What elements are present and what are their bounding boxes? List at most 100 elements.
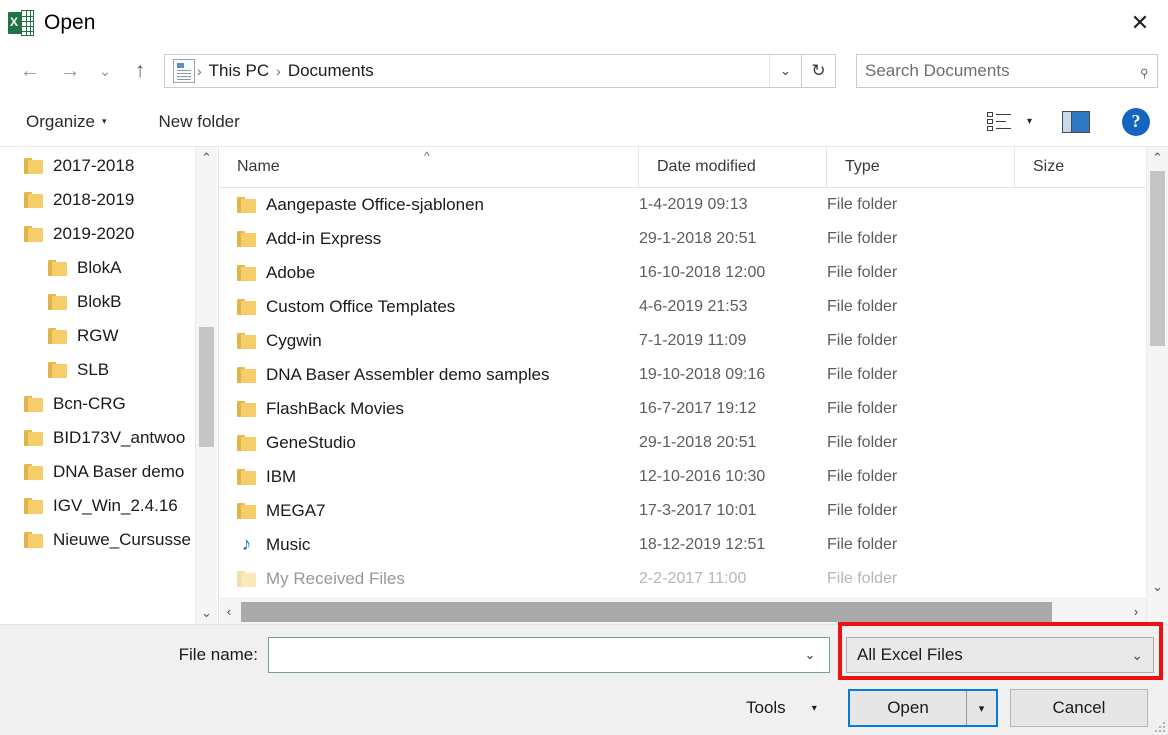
table-row[interactable]: Adobe16-10-2018 12:00File folder: [219, 256, 1168, 290]
table-row[interactable]: Cygwin7-1-2019 11:09File folder: [219, 324, 1168, 358]
open-dropdown-icon[interactable]: ▾: [966, 691, 996, 725]
sidebar-scroll-thumb[interactable]: [199, 327, 214, 447]
folder-icon: [237, 435, 256, 451]
file-name-cell: GeneStudio: [219, 433, 639, 453]
file-list-pane: Name ^ Date modified Type Size Aangepast…: [218, 147, 1168, 624]
sidebar-item[interactable]: IGV_Win_2.4.16: [0, 489, 217, 523]
chevron-down-icon: ▾: [812, 703, 817, 714]
sidebar-item-label: SLB: [77, 360, 109, 380]
folder-icon: [24, 464, 43, 480]
dialog-body: 2017-20182018-20192019-2020BlokABlokBRGW…: [0, 147, 1168, 625]
back-button[interactable]: ←: [10, 52, 50, 90]
file-list-rows: Aangepaste Office-sjablonen1-4-2019 09:1…: [219, 188, 1168, 624]
hscroll-right-icon[interactable]: ›: [1126, 599, 1146, 625]
breadcrumb-documents[interactable]: Documents: [283, 61, 379, 81]
file-name-cell: Add-in Express: [219, 229, 639, 249]
file-type-cell: File folder: [827, 230, 1015, 248]
new-folder-button[interactable]: New folder: [151, 108, 248, 136]
preview-pane-icon[interactable]: [1062, 111, 1090, 133]
table-row[interactable]: IBM12-10-2016 10:30File folder: [219, 460, 1168, 494]
view-options-icon[interactable]: [987, 111, 1013, 133]
file-list-hscrollbar[interactable]: ‹ ›: [219, 598, 1146, 624]
file-date-cell: 19-10-2018 09:16: [639, 366, 827, 384]
breadcrumb-this-pc[interactable]: This PC: [204, 61, 274, 81]
forward-button[interactable]: →: [50, 52, 90, 90]
file-scroll-up-icon[interactable]: ⌃: [1147, 147, 1168, 169]
recent-locations-button[interactable]: ⌄: [90, 52, 120, 90]
table-row[interactable]: Add-in Express29-1-2018 20:51File folder: [219, 222, 1168, 256]
sidebar-item[interactable]: 2018-2019: [0, 183, 217, 217]
view-dropdown-icon[interactable]: ▾: [1027, 116, 1032, 127]
file-scroll-down-icon[interactable]: ⌄: [1147, 576, 1168, 598]
file-type-dropdown[interactable]: All Excel Files ⌄: [846, 637, 1154, 673]
file-name-text: Add-in Express: [266, 229, 381, 249]
file-list-scrollbar[interactable]: ⌃ ⌄: [1146, 147, 1168, 624]
folder-icon: [237, 469, 256, 485]
cancel-button[interactable]: Cancel: [1010, 689, 1148, 727]
file-name-cell: Cygwin: [219, 331, 639, 351]
sidebar-scrollbar[interactable]: ⌃ ⌄: [195, 147, 217, 624]
folder-icon: [48, 362, 67, 378]
tools-label: Tools: [746, 698, 786, 718]
sidebar-item-label: BID173V_antwoo: [53, 428, 185, 448]
folder-icon: [24, 192, 43, 208]
tools-button[interactable]: Tools ▾: [746, 698, 817, 718]
folder-tree: 2017-20182018-20192019-2020BlokABlokBRGW…: [0, 147, 217, 557]
sidebar-item[interactable]: 2017-2018: [0, 149, 217, 183]
table-row[interactable]: ♪Music18-12-2019 12:51File folder: [219, 528, 1168, 562]
file-name-text: Music: [266, 535, 310, 555]
window-title: Open: [44, 11, 95, 35]
file-name-text: MEGA7: [266, 501, 326, 521]
file-name-dropdown-icon[interactable]: ⌄: [797, 647, 823, 663]
table-row[interactable]: GeneStudio29-1-2018 20:51File folder: [219, 426, 1168, 460]
file-date-cell: 18-12-2019 12:51: [639, 536, 827, 554]
file-name-text: GeneStudio: [266, 433, 356, 453]
sidebar-item[interactable]: BID173V_antwoo: [0, 421, 217, 455]
table-row[interactable]: Aangepaste Office-sjablonen1-4-2019 09:1…: [219, 188, 1168, 222]
file-date-cell: 7-1-2019 11:09: [639, 332, 827, 350]
refresh-icon[interactable]: ↻: [802, 54, 836, 88]
search-box[interactable]: ⌕: [856, 54, 1158, 88]
hscroll-thumb[interactable]: [241, 602, 1052, 622]
file-name-input[interactable]: [275, 645, 797, 665]
scroll-up-icon[interactable]: ⌃: [196, 147, 217, 169]
sidebar-item[interactable]: SLB: [0, 353, 217, 387]
hscroll-left-icon[interactable]: ‹: [219, 599, 239, 625]
address-dropdown-icon[interactable]: ⌄: [769, 55, 801, 87]
table-row[interactable]: DNA Baser Assembler demo samples19-10-20…: [219, 358, 1168, 392]
open-button[interactable]: Open ▾: [848, 689, 998, 727]
navigation-bar: ← → ⌄ ↑ › This PC › Documents ⌄ ↻ ⌕: [0, 45, 1168, 97]
column-header-date-modified[interactable]: Date modified: [639, 147, 827, 187]
sidebar-item[interactable]: Nieuwe_Cursusse: [0, 523, 217, 557]
close-icon[interactable]: ✕: [1112, 0, 1168, 45]
sidebar-item[interactable]: BlokB: [0, 285, 217, 319]
folder-icon: [237, 231, 256, 247]
file-scroll-thumb[interactable]: [1150, 171, 1165, 346]
folder-icon: [48, 328, 67, 344]
table-row[interactable]: Custom Office Templates4-6-2019 21:53Fil…: [219, 290, 1168, 324]
table-row[interactable]: FlashBack Movies16-7-2017 19:12File fold…: [219, 392, 1168, 426]
table-row[interactable]: MEGA717-3-2017 10:01File folder: [219, 494, 1168, 528]
search-input[interactable]: [865, 61, 1139, 81]
file-type-value: All Excel Files: [857, 645, 963, 665]
sidebar-item[interactable]: Bcn-CRG: [0, 387, 217, 421]
folder-icon: [237, 333, 256, 349]
organize-button[interactable]: Organize ▾: [18, 108, 115, 136]
address-bar[interactable]: › This PC › Documents ⌄: [164, 54, 802, 88]
column-header-type[interactable]: Type: [827, 147, 1015, 187]
table-row[interactable]: My Received Files2-2-2017 11:00File fold…: [219, 562, 1168, 596]
file-date-cell: 4-6-2019 21:53: [639, 298, 827, 316]
up-button[interactable]: ↑: [120, 52, 160, 90]
sidebar-item[interactable]: BlokA: [0, 251, 217, 285]
sidebar-item[interactable]: DNA Baser demo: [0, 455, 217, 489]
file-name-field[interactable]: ⌄: [268, 637, 830, 673]
help-icon[interactable]: ?: [1122, 108, 1150, 136]
sidebar-item[interactable]: 2019-2020: [0, 217, 217, 251]
resize-grip[interactable]: [1153, 720, 1165, 732]
file-type-cell: File folder: [827, 196, 1015, 214]
scroll-down-icon[interactable]: ⌄: [196, 602, 217, 624]
file-list-header: Name ^ Date modified Type Size: [219, 147, 1168, 188]
file-type-cell: File folder: [827, 264, 1015, 282]
column-header-name[interactable]: Name ^: [219, 147, 639, 187]
sidebar-item[interactable]: RGW: [0, 319, 217, 353]
